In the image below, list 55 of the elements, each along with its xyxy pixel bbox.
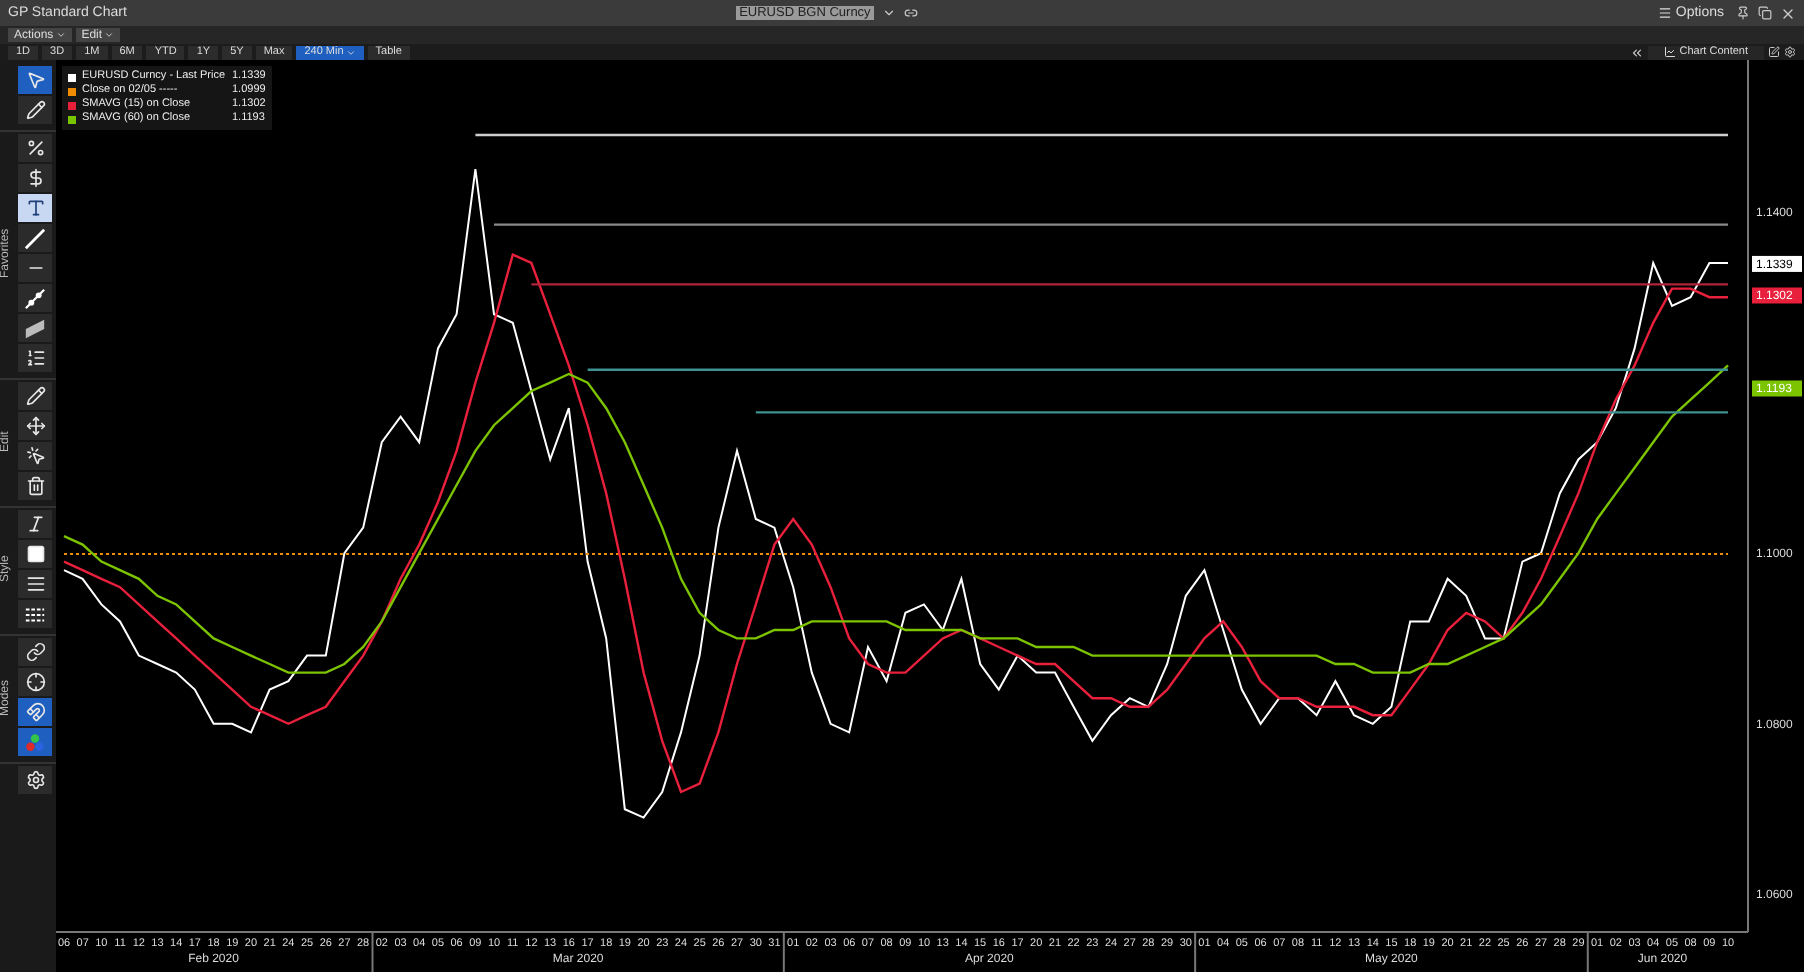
caret-icon [55,30,66,40]
menu-icon [1657,6,1672,20]
tool-button[interactable] [18,164,52,192]
caret-icon [104,30,115,40]
move-icon [25,416,45,436]
tool-button[interactable] [18,254,52,282]
tool-button[interactable] [18,412,52,440]
restore-icon[interactable] [1758,6,1773,20]
settings-icon[interactable] [1784,46,1796,58]
link-icon [25,642,45,662]
settings-icon [25,770,45,790]
diagonal-line-icon [24,287,46,309]
collapse-icon[interactable] [1629,45,1644,59]
caret-icon [345,47,356,57]
trash-icon [25,476,45,496]
percent-icon [25,138,45,158]
tool-button[interactable] [18,344,52,372]
tool-button[interactable] [18,382,52,410]
close-icon[interactable] [1780,5,1797,21]
channel-icon [24,317,46,339]
tool-button[interactable] [18,540,52,568]
tool-button[interactable] [18,638,52,666]
tool-button[interactable] [18,510,52,538]
italic-icon [25,514,45,534]
edit-icon[interactable] [1768,46,1780,58]
tool-button[interactable] [18,224,52,252]
tool-button[interactable] [18,570,52,598]
tool-button[interactable] [18,766,52,794]
crosshair-icon [25,672,45,692]
tool-button[interactable] [18,284,52,312]
tool-button[interactable] [18,668,52,696]
tool-button[interactable] [18,96,52,124]
text-icon [25,198,45,218]
trend-line-icon [24,227,46,249]
dollar-icon [25,168,45,188]
pin-icon[interactable] [1736,6,1751,20]
caret-icon[interactable] [882,6,897,20]
square-icon [25,544,45,564]
magnet-icon [25,702,45,722]
tool-button[interactable] [18,600,52,628]
chart-icon [1663,46,1676,58]
pencil-icon [25,100,45,120]
lines-icon [25,574,45,594]
list-icon [25,348,45,368]
dashed-lines-icon [24,603,46,625]
tool-button[interactable] [18,314,52,342]
tool-button[interactable] [18,134,52,162]
pointer-icon [25,446,45,466]
cursor-icon [25,70,45,90]
tool-button[interactable] [18,194,52,222]
tool-button[interactable] [18,442,52,470]
pencil-icon [25,386,45,406]
dots-icon [24,731,46,753]
link-icon[interactable] [904,6,919,20]
tool-button[interactable] [18,472,52,500]
